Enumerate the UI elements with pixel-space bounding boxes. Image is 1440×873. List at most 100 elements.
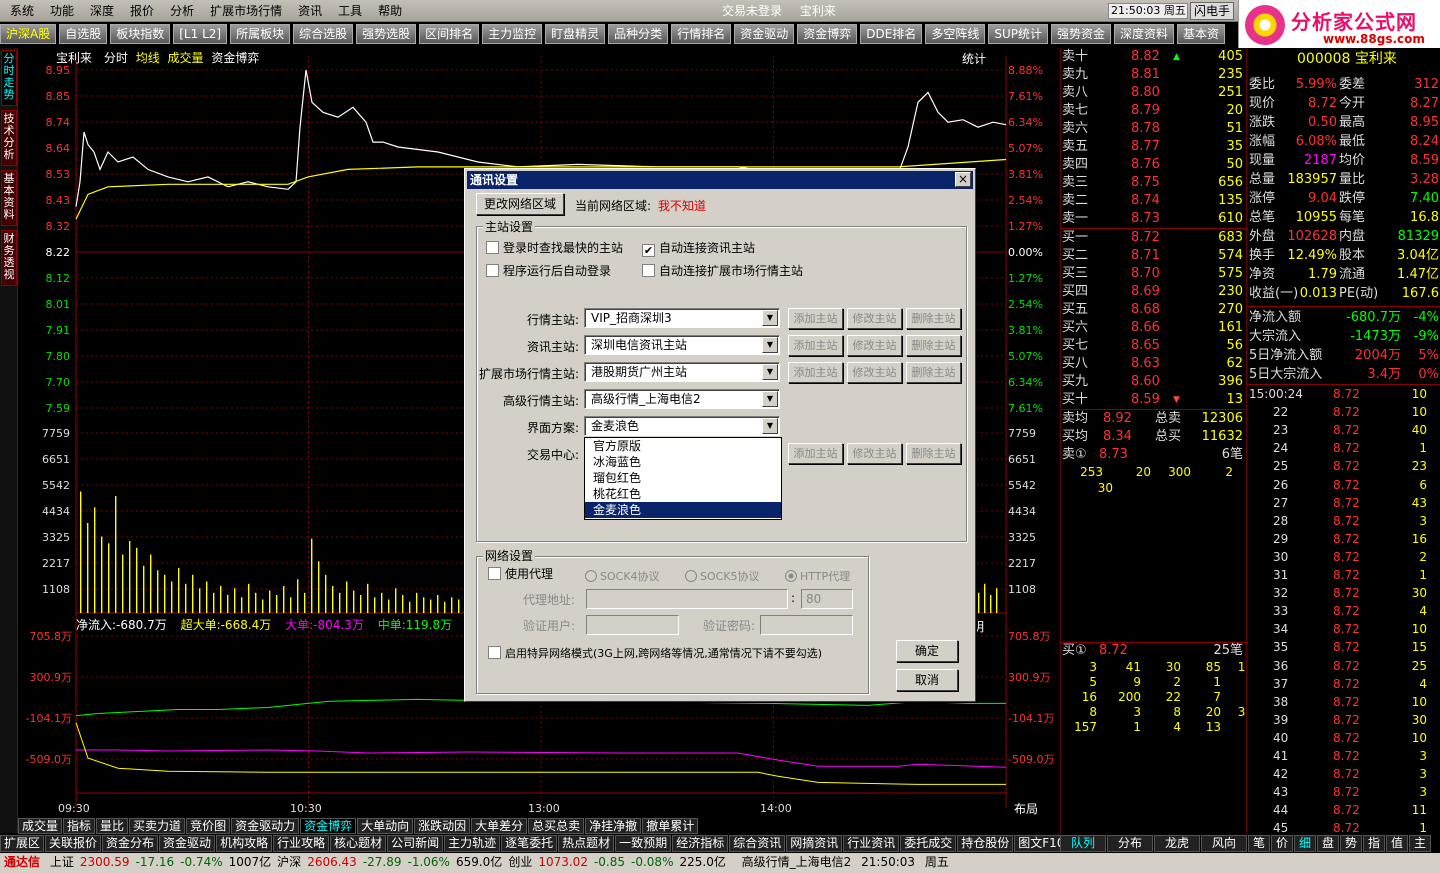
toolbar-button-9[interactable]: 盯盘精灵 <box>545 24 606 44</box>
ext-tab-9[interactable]: 逐笔委托 <box>501 835 558 852</box>
ext-tab-4[interactable]: 机构攻略 <box>216 835 273 852</box>
add-station-button[interactable]: 添加主站 <box>788 443 843 464</box>
toolbar-button-14[interactable]: DDE排名 <box>860 24 923 44</box>
indicator-tab-10[interactable]: 总买总卖 <box>528 818 585 834</box>
toolbar-button-15[interactable]: 多空阵线 <box>925 24 986 44</box>
theme-option[interactable]: 金麦浪色 <box>585 502 781 518</box>
toolbar-button-5[interactable]: 综合选股 <box>293 24 354 44</box>
head-avg[interactable]: 均线 <box>136 51 160 65</box>
delete-station-button[interactable]: 删除主站 <box>906 362 961 383</box>
change-region-button[interactable]: 更改网络区域 <box>476 193 564 215</box>
right-tab-4[interactable]: 笔 <box>1248 835 1270 852</box>
tab-intraday[interactable]: 分时走势 <box>1 50 17 106</box>
flash-trade-button[interactable]: 闪电手 <box>1190 2 1234 20</box>
station-select-2[interactable]: 港股期货广州主站 ▼ <box>584 362 780 382</box>
head-volume[interactable]: 成交量 <box>168 51 204 65</box>
indicator-tab-11[interactable]: 净挂净撤 <box>585 818 642 834</box>
menu-1[interactable]: 功能 <box>42 3 82 19</box>
sock5-radio[interactable]: SOCK5协议 <box>685 568 760 584</box>
right-tab-3[interactable]: 风向 <box>1201 835 1247 852</box>
right-tab-5[interactable]: 价 <box>1271 835 1293 852</box>
menu-6[interactable]: 资讯 <box>290 3 330 19</box>
indicator-tab-6[interactable]: 资金博弈 <box>300 818 357 834</box>
right-tab-7[interactable]: 盘 <box>1317 835 1339 852</box>
edit-station-button[interactable]: 修改主站 <box>847 308 902 329</box>
ext-tab-13[interactable]: 综合资讯 <box>729 835 786 852</box>
ext-tab-10[interactable]: 热点题材 <box>558 835 615 852</box>
tab-technical[interactable]: 技术分析 <box>1 110 17 166</box>
theme-option[interactable]: 冰海蓝色 <box>585 454 781 470</box>
indicator-tab-2[interactable]: 量比 <box>96 818 129 834</box>
ext-tab-8[interactable]: 主力轨迹 <box>444 835 501 852</box>
add-station-button[interactable]: 添加主站 <box>788 308 843 329</box>
theme-option[interactable]: 瑠包红色 <box>585 470 781 486</box>
station-select-1[interactable]: 深圳电信资讯主站 ▼ <box>584 335 780 355</box>
station-select-0[interactable]: VIP_招商深圳3 ▼ <box>584 308 780 328</box>
chevron-down-icon[interactable]: ▼ <box>762 310 778 326</box>
head-intraday[interactable]: 分时 <box>104 51 128 65</box>
chevron-down-icon[interactable]: ▼ <box>762 391 778 407</box>
indicator-tab-5[interactable]: 资金驱动力 <box>231 818 300 834</box>
menu-3[interactable]: 报价 <box>122 3 162 19</box>
indicator-tab-7[interactable]: 大单动向 <box>357 818 414 834</box>
indicator-tab-8[interactable]: 涨跌动因 <box>414 818 471 834</box>
ext-tab-5[interactable]: 行业攻略 <box>273 835 330 852</box>
special-mode-checkbox[interactable]: 启用特异网络模式(3G上网,跨网络等情况,通常情况下请不要勾选) <box>488 646 822 661</box>
tab-fundamentals[interactable]: 基本资料 <box>1 170 17 226</box>
chevron-down-icon[interactable]: ▼ <box>762 337 778 353</box>
indicator-tab-3[interactable]: 买卖力道 <box>129 818 186 834</box>
menu-2[interactable]: 深度 <box>82 3 122 19</box>
ext-tab-15[interactable]: 行业资讯 <box>843 835 900 852</box>
right-tab-0[interactable]: 队列 <box>1060 835 1106 852</box>
menu-0[interactable]: 系统 <box>2 3 42 19</box>
right-tab-1[interactable]: 分布 <box>1107 835 1153 852</box>
ext-tab-6[interactable]: 核心题材 <box>330 835 387 852</box>
toolbar-button-18[interactable]: 深度资料 <box>1113 24 1174 44</box>
menu-4[interactable]: 分析 <box>162 3 202 19</box>
right-tab-6[interactable]: 细 <box>1294 835 1316 852</box>
menu-7[interactable]: 工具 <box>330 3 370 19</box>
toolbar-button-11[interactable]: 行情排名 <box>671 24 732 44</box>
toolbar-button-17[interactable]: 强势资金 <box>1050 24 1111 44</box>
theme-option[interactable]: 官方原版 <box>585 438 781 454</box>
toolbar-button-16[interactable]: SUP统计 <box>988 24 1048 44</box>
ext-tab-17[interactable]: 持仓股份 <box>957 835 1014 852</box>
edit-station-button[interactable]: 修改主站 <box>847 362 902 383</box>
menu-8[interactable]: 帮助 <box>370 3 410 19</box>
toolbar-button-12[interactable]: 资金驱动 <box>734 24 795 44</box>
menu-5[interactable]: 扩展市场行情 <box>202 3 290 19</box>
toolbar-button-19[interactable]: 基本资 <box>1177 24 1226 44</box>
ok-button[interactable]: 确定 <box>896 640 958 662</box>
cancel-button[interactable]: 取消 <box>896 669 958 691</box>
right-tab-10[interactable]: 值 <box>1386 835 1408 852</box>
ext-tab-3[interactable]: 资金驱动 <box>159 835 216 852</box>
chevron-down-icon[interactable]: ▼ <box>762 418 778 434</box>
proxy-address-input[interactable] <box>586 589 788 609</box>
ext-tab-12[interactable]: 经济指标 <box>672 835 729 852</box>
auto-login-checkbox[interactable]: 程序运行后自动登录 <box>486 264 611 278</box>
edit-station-button[interactable]: 修改主站 <box>847 443 902 464</box>
toolbar-button-13[interactable]: 资金博弈 <box>797 24 858 44</box>
find-fastest-checkbox[interactable]: 登录时查找最快的主站 <box>486 241 623 255</box>
theme-option[interactable]: 桃花红色 <box>585 486 781 502</box>
toolbar-button-4[interactable]: 所属板块 <box>230 24 291 44</box>
verify-user-input[interactable] <box>586 615 679 635</box>
toolbar-button-0[interactable]: 沪深A股 <box>0 24 57 44</box>
ext-tab-2[interactable]: 资金分布 <box>102 835 159 852</box>
toolbar-button-1[interactable]: 自选股 <box>59 24 108 44</box>
toolbar-button-3[interactable]: [L1 L2] <box>173 24 228 44</box>
ext-tab-7[interactable]: 公司新闻 <box>387 835 444 852</box>
indicator-tab-1[interactable]: 指标 <box>63 818 96 834</box>
stat-button[interactable]: 统计 <box>962 50 986 67</box>
use-proxy-checkbox[interactable]: 使用代理 <box>488 567 553 581</box>
toolbar-button-8[interactable]: 主力监控 <box>482 24 543 44</box>
head-capital[interactable]: 资金博弈 <box>211 51 259 65</box>
indicator-tab-12[interactable]: 撤单累计 <box>642 818 699 834</box>
indicator-tab-0[interactable]: 成交量 <box>18 818 63 834</box>
toolbar-button-6[interactable]: 强势选股 <box>356 24 417 44</box>
indicator-tab-9[interactable]: 大单差分 <box>471 818 528 834</box>
ext-tab-0[interactable]: 扩展区 <box>0 835 45 852</box>
station-select-3[interactable]: 高级行情_上海电信2 ▼ <box>584 389 780 409</box>
toolbar-button-7[interactable]: 区间排名 <box>419 24 480 44</box>
delete-station-button[interactable]: 删除主站 <box>906 308 961 329</box>
